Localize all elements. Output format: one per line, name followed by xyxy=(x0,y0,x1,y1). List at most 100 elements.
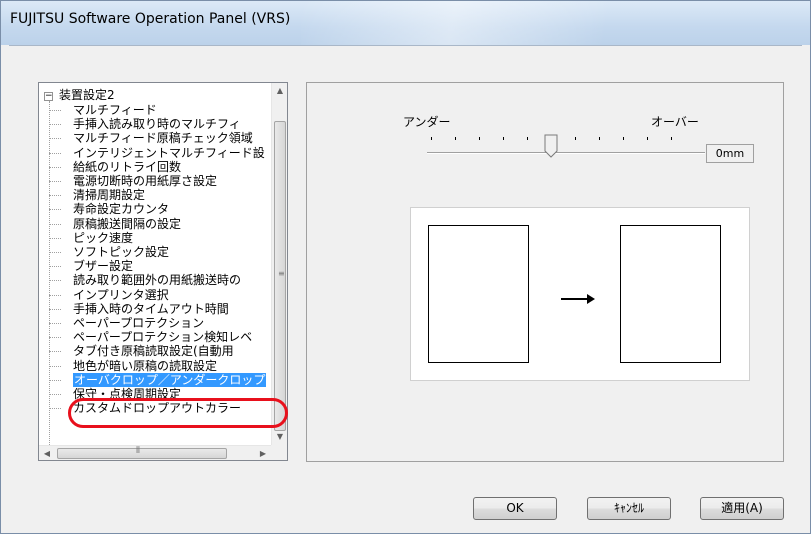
slider-tick xyxy=(647,137,648,140)
tree-item[interactable]: マルチフィード原稿チェック領域 xyxy=(49,131,271,145)
tree-item-label: 原稿搬送間隔の設定 xyxy=(73,216,182,231)
tree-connector xyxy=(49,408,61,410)
grip-icon: ≡ xyxy=(278,269,285,278)
slider-thumb[interactable] xyxy=(544,134,558,158)
tree-connector xyxy=(49,138,61,140)
tree-item-label: ソフトピック設定 xyxy=(73,245,170,259)
tree-item[interactable]: 手挿入時のタイムアウト時間 xyxy=(49,302,271,316)
grip-icon: ⦀ xyxy=(136,446,140,456)
title-glass xyxy=(301,1,811,45)
slider-tick xyxy=(527,137,528,140)
tree-connector xyxy=(49,181,61,182)
slider-tick xyxy=(479,137,480,140)
tree-connector xyxy=(49,323,61,324)
tree-item[interactable]: 給紙のリトライ回数 xyxy=(49,160,271,174)
tree-item[interactable]: 寿命設定カウンタ xyxy=(49,202,271,216)
scroll-corner xyxy=(271,445,287,460)
slider-tick xyxy=(671,137,672,140)
tree-item[interactable]: ピック速度 xyxy=(49,231,271,245)
scroll-right-icon[interactable]: ▶ xyxy=(255,446,271,460)
tree-connector xyxy=(49,209,61,211)
tree-connector xyxy=(49,124,61,126)
scroll-down-icon[interactable]: ▼ xyxy=(272,429,287,445)
tree-connector xyxy=(49,308,61,310)
tree-item[interactable]: 読み取り範囲外の用紙搬送時の xyxy=(49,273,271,287)
vertical-scroll-thumb[interactable]: ≡ xyxy=(274,121,286,431)
slider-tick xyxy=(623,137,624,140)
slider-tick xyxy=(503,137,504,140)
collapse-icon[interactable]: − xyxy=(44,92,53,101)
tree-connector xyxy=(49,351,61,353)
tree-item-label: オーバクロップ／アンダークロップ xyxy=(73,372,267,387)
tree-connector xyxy=(49,294,61,296)
under-label: アンダー xyxy=(403,115,451,129)
tree-item-label: 寿命設定カウンタ xyxy=(73,202,170,217)
tree-item[interactable]: マルチフィード xyxy=(49,103,271,117)
arrow-right-icon xyxy=(561,294,595,304)
tree-item-label: 読み取り範囲外の用紙搬送時の xyxy=(73,273,242,288)
slider-tick xyxy=(599,137,600,140)
tree-root-label[interactable]: 装置設定2 xyxy=(59,88,115,102)
horizontal-scrollbar[interactable]: ◀ ⦀ ▶ xyxy=(39,445,271,460)
tree-item-label: 清掃周期設定 xyxy=(73,188,146,203)
tree-connector xyxy=(49,110,61,111)
cancel-button[interactable]: ｷｬﾝｾﾙ xyxy=(587,497,671,520)
tree-item-label: 手挿入時のタイムアウト時間 xyxy=(73,301,229,316)
tree-connector xyxy=(49,266,61,268)
tree-item-label: ピック速度 xyxy=(73,230,134,245)
tree-item-label: 電源切断時の用紙厚さ設定 xyxy=(73,174,218,188)
tree-connector xyxy=(49,152,61,154)
scroll-up-icon[interactable]: ▲ xyxy=(272,83,287,99)
tree-item[interactable]: 原稿搬送間隔の設定 xyxy=(49,217,271,231)
highlight-annotation xyxy=(68,398,288,428)
tree-item[interactable]: インテリジェントマルチフィード設 xyxy=(49,146,271,160)
tree-list: − 装置設定2 マルチフィード 手挿入読み取り時のマルチフィ マルチフィード原稿チェ… xyxy=(39,83,271,445)
horizontal-scroll-thumb[interactable]: ⦀ xyxy=(57,446,227,459)
tree-item-label: 給紙のリトライ回数 xyxy=(73,159,182,174)
ok-button[interactable]: OK xyxy=(473,497,557,520)
vertical-scrollbar[interactable]: ▲ ≡ ▼ xyxy=(271,83,287,445)
tree-item[interactable]: ペーパープロテクション検知レベ xyxy=(49,330,271,344)
tree-item-label: 手挿入読み取り時のマルチフィ xyxy=(73,117,241,132)
tree-item-label: ブザー設定 xyxy=(73,259,134,274)
page-after-icon xyxy=(620,225,721,363)
over-label: オーバー xyxy=(651,115,699,129)
tree-item[interactable]: 電源切断時の用紙厚さ設定 xyxy=(49,174,271,188)
tree-item-label: ペーパープロテクション検知レベ xyxy=(73,330,253,345)
tree-item-label: タブ付き原稿読取設定(自動用 xyxy=(73,344,234,359)
tree-connector xyxy=(49,365,61,367)
tree-item[interactable]: 手挿入読み取り時のマルチフィ xyxy=(49,117,271,131)
page-before-icon xyxy=(428,225,529,363)
tree-item[interactable]: ブザー設定 xyxy=(49,259,271,273)
tree-connector xyxy=(49,166,61,168)
tree-item[interactable]: インプリンタ選択 xyxy=(49,288,271,302)
tree-connector xyxy=(49,379,61,381)
tree-item[interactable]: タブ付き原稿読取設定(自動用 xyxy=(49,344,271,358)
slider-tick xyxy=(455,137,456,140)
tree-connector xyxy=(49,237,61,239)
tree-item[interactable]: ペーパープロテクション xyxy=(49,316,271,330)
tree-item-label: 地色が暗い原稿の読取設定 xyxy=(73,358,218,373)
tree-connector xyxy=(49,337,61,339)
slider-tick xyxy=(431,137,432,140)
tree-connector xyxy=(49,394,61,395)
tree-item[interactable]: ソフトピック設定 xyxy=(49,245,271,259)
scroll-left-icon[interactable]: ◀ xyxy=(39,446,55,460)
slider-tick xyxy=(575,137,576,140)
apply-button[interactable]: 適用(A) xyxy=(700,497,784,520)
tree-item-label: マルチフィード xyxy=(73,103,157,117)
tree-connector xyxy=(49,223,61,225)
tree-item-label: インプリンタ選択 xyxy=(73,287,169,302)
tree-item-label: インテリジェントマルチフィード設 xyxy=(73,145,265,160)
tree-connector xyxy=(49,195,61,197)
tree-item-selected[interactable]: オーバクロップ／アンダークロップ xyxy=(49,372,271,387)
tree-item[interactable]: 清掃周期設定 xyxy=(49,188,271,202)
tree-connector xyxy=(49,252,61,253)
window-title: FUJITSU Software Operation Panel (VRS) xyxy=(10,11,291,27)
tree-item-label: マルチフィード原稿チェック領域 xyxy=(73,131,253,146)
slider-track[interactable] xyxy=(427,152,705,154)
title-bar: FUJITSU Software Operation Panel (VRS) xyxy=(1,1,811,45)
tree-item[interactable]: 地色が暗い原稿の読取設定 xyxy=(49,359,271,373)
tree-item-label: ペーパープロテクション xyxy=(73,316,205,330)
value-display: 0mm xyxy=(706,144,754,163)
